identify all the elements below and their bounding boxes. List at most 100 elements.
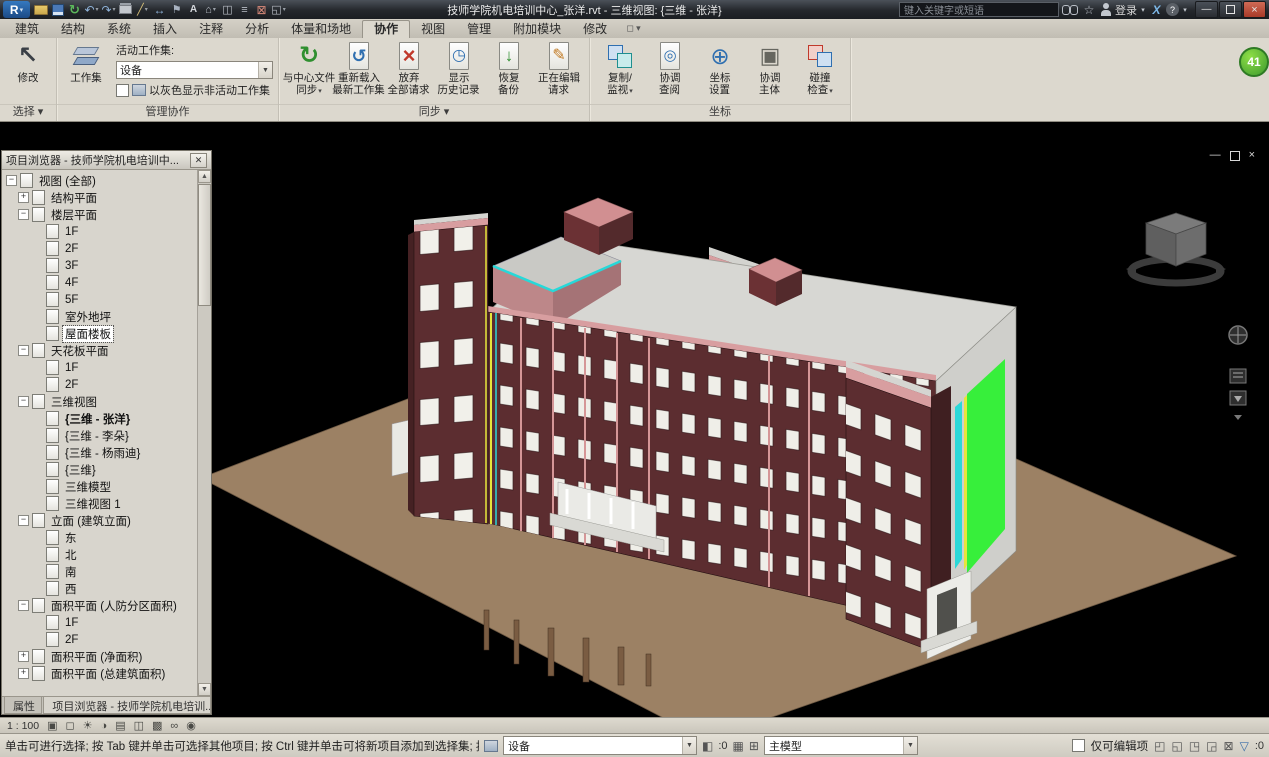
open-icon[interactable] (32, 1, 49, 18)
view-restore-icon[interactable] (1230, 151, 1240, 161)
visual-style-icon[interactable]: ◻ (66, 721, 75, 732)
scroll-down-icon[interactable]: ▼ (198, 683, 211, 696)
measure-icon[interactable]: ╱ (134, 1, 151, 18)
tree-item[interactable]: 三维视图 (2, 393, 198, 410)
design-options-icon[interactable]: ⊞ (749, 740, 759, 752)
crop-view-icon[interactable]: ◫ (134, 721, 144, 732)
tree-item[interactable]: {三维 - 杨雨迪} (2, 444, 198, 461)
gray-inactive-worksets-checkbox[interactable]: 以灰色显示非活动工作集 (116, 82, 273, 98)
ribbon-tab[interactable]: 建筑 (4, 21, 50, 38)
tree-item[interactable]: 面积平面 (净面积) (2, 648, 198, 665)
scroll-up-icon[interactable]: ▲ (198, 170, 211, 183)
expander-icon[interactable] (18, 668, 29, 679)
tree-item[interactable]: 楼层平面 (2, 206, 198, 223)
design-option-select[interactable]: 主模型▼ (764, 736, 918, 755)
filter-icon[interactable]: ▽ (1240, 740, 1249, 752)
select-pinned-icon[interactable]: ◳ (1189, 740, 1200, 752)
help-chevron-icon[interactable]: ▾ (1181, 6, 1189, 14)
search-input[interactable]: 键入关键字或短语 (899, 2, 1059, 17)
copy-monitor-button[interactable]: 复制/ 监视▾ (595, 41, 645, 96)
view-close-icon[interactable]: × (1249, 150, 1255, 161)
default-3d-view-icon[interactable]: ⌂ (202, 1, 219, 18)
close-icon[interactable]: ✕ (190, 153, 207, 168)
expander-icon[interactable] (18, 345, 29, 356)
select-panel-label[interactable]: 选择 ▾ (0, 104, 56, 121)
select-underlay-icon[interactable]: ◱ (1171, 740, 1182, 752)
tree-item[interactable]: 室外地坪 (2, 308, 198, 325)
editable-items-icon[interactable]: ◧ (702, 740, 713, 752)
reveal-hidden-elements-icon[interactable]: ◉ (186, 721, 196, 732)
text-icon[interactable]: A (185, 1, 202, 18)
coordinates-button[interactable]: 坐标 设置 (695, 41, 745, 96)
ribbon-tab[interactable]: 视图 (410, 21, 456, 38)
tree-item[interactable]: 1F (2, 614, 198, 631)
coordination-review-button[interactable]: 协调 查阅 (645, 41, 695, 96)
tree-item[interactable]: 5F (2, 291, 198, 308)
restore-backup-button[interactable]: 恢复 备份 (484, 41, 534, 96)
save-icon[interactable] (49, 1, 66, 18)
select-links-icon[interactable]: ◰ (1154, 740, 1165, 752)
ribbon-tab[interactable]: 插入 (142, 21, 188, 38)
exchange-apps-icon[interactable]: X (1149, 3, 1164, 17)
drag-on-selection-icon[interactable]: ⊠ (1224, 740, 1234, 752)
undo-icon[interactable]: ↶ (83, 1, 100, 18)
ribbon-tab[interactable]: 结构 (50, 21, 96, 38)
expander-icon[interactable] (6, 175, 17, 186)
tree-item[interactable]: {三维 - 张洋} (2, 410, 198, 427)
rendering-icon[interactable]: ▤ (115, 721, 125, 732)
tree-item[interactable]: 2F (2, 631, 198, 648)
3d-building-model[interactable] (209, 121, 1269, 718)
ribbon-tab[interactable]: 附加模块 (502, 21, 572, 38)
expander-icon[interactable] (18, 192, 29, 203)
tree-item[interactable]: 屋面楼板 (2, 325, 198, 342)
detail-level-icon[interactable]: ▣ (47, 721, 57, 732)
ribbon-tab[interactable]: 修改 (572, 21, 618, 38)
shadows-icon[interactable]: ◑ (101, 721, 108, 732)
tree-item[interactable]: 面积平面 (总建筑面积) (2, 665, 198, 682)
section-icon[interactable]: ◫ (219, 1, 236, 18)
tree-item[interactable]: 立面 (建筑立面) (2, 512, 198, 529)
show-crop-region-icon[interactable]: ▩ (152, 721, 162, 732)
editing-requests-button[interactable]: 正在编辑 请求 (534, 41, 584, 96)
favorites-star-icon[interactable]: ☆ (1081, 3, 1097, 17)
tree-item[interactable]: 面积平面 (人防分区面积) (2, 597, 198, 614)
tree-item[interactable]: 3F (2, 257, 198, 274)
close-button[interactable]: × (1243, 1, 1266, 18)
thin-lines-icon[interactable]: ≡ (236, 1, 253, 18)
aligned-dimension-icon[interactable]: ↔ (151, 1, 168, 18)
tree-item[interactable]: {三维 - 李朵} (2, 427, 198, 444)
west-tower[interactable] (408, 213, 488, 524)
ribbon-minimize-toggle-icon[interactable]: ◻ ▾ (626, 23, 641, 34)
viewcube[interactable] (1126, 213, 1226, 283)
minimize-button[interactable]: — (1195, 1, 1218, 18)
tree-item[interactable]: 视图 (全部) (2, 172, 198, 189)
ribbon-tab[interactable]: 管理 (456, 21, 502, 38)
tree-item[interactable]: 2F (2, 376, 198, 393)
application-menu-button[interactable]: R▾ (3, 1, 30, 18)
expander-icon[interactable] (18, 651, 29, 662)
expander-icon[interactable] (18, 600, 29, 611)
ribbon-tab[interactable]: 系统 (96, 21, 142, 38)
tree-item[interactable]: 东 (2, 529, 198, 546)
tree-item[interactable]: 西 (2, 580, 198, 597)
synchronize-panel-label[interactable]: 同步 ▾ (279, 104, 589, 121)
tree-item[interactable]: 南 (2, 563, 198, 580)
help-icon[interactable]: ? (1166, 3, 1179, 16)
tag-icon[interactable]: ⚑ (168, 1, 185, 18)
tree-item[interactable]: 1F (2, 359, 198, 376)
browser-tab[interactable]: 项目浏览器 - 技师学院机电培训... (43, 697, 211, 714)
ribbon-tab[interactable]: 体量和场地 (280, 21, 362, 38)
tree-item[interactable]: 2F (2, 240, 198, 257)
communication-center-badge[interactable]: 41 (1239, 47, 1269, 77)
sign-in-button[interactable]: 登录 (1115, 2, 1137, 18)
sync-with-central-icon[interactable]: ↻ (66, 1, 83, 18)
relinquish-all-button[interactable]: 放弃 全部请求 (384, 41, 434, 96)
editable-only-checkbox[interactable] (1072, 739, 1085, 752)
tree-item[interactable]: 4F (2, 274, 198, 291)
close-inactive-windows-icon[interactable]: ⊠ (253, 1, 270, 18)
tree-item[interactable]: 天花板平面 (2, 342, 198, 359)
tree-item[interactable]: 三维模型 (2, 478, 198, 495)
expander-icon[interactable] (18, 515, 29, 526)
expander-icon[interactable] (18, 396, 29, 407)
coordination-host-button[interactable]: 协调 主体 (745, 41, 795, 96)
